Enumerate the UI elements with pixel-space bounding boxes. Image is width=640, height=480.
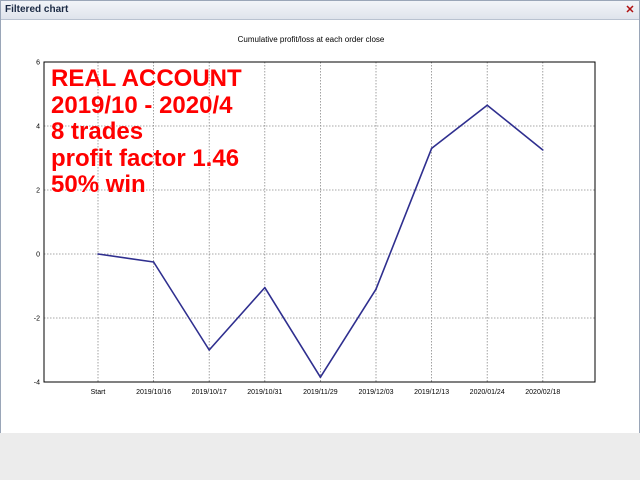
series-point <box>542 149 544 151</box>
y-tick-label: 0 <box>36 252 40 259</box>
window-titlebar[interactable]: Filtered chart ✕ <box>1 1 639 20</box>
close-icon[interactable]: ✕ <box>624 4 636 16</box>
series-point <box>375 288 377 291</box>
x-tick-label: Start <box>91 389 106 396</box>
x-tick-label: 2020/02/18 <box>525 389 560 396</box>
series-point <box>430 147 433 150</box>
annotation-line: 2019/10 - 2020/4 <box>51 91 233 119</box>
annotation-line: 50% win <box>51 171 146 198</box>
y-tick-label: 4 <box>36 124 40 131</box>
x-tick-label: 2019/12/03 <box>358 389 393 396</box>
x-tick-label: 2019/10/31 <box>247 389 282 396</box>
y-tick-label: -4 <box>34 380 40 387</box>
y-tick-label: 6 <box>36 60 40 67</box>
chart-area: Cumulative profit/loss at each order clo… <box>1 20 639 432</box>
chart-annotation: REAL ACCOUNT 2019/10 - 2020/4 8 trades p… <box>51 65 242 199</box>
x-tick-label: 2019/10/17 <box>192 389 227 396</box>
chart-title: Cumulative profit/loss at each order clo… <box>238 35 385 44</box>
x-axis-ticks: Start 2019/10/16 2019/10/17 2019/10/31 2019/… <box>91 389 561 396</box>
series-point <box>152 261 155 263</box>
annotation-line: 8 trades <box>51 118 144 145</box>
series-point <box>264 286 266 289</box>
x-tick-label: 2020/01/24 <box>470 389 505 396</box>
chart-window: Filtered chart ✕ Cumulative profit/loss … <box>0 0 640 434</box>
x-tick-label: 2019/10/16 <box>136 389 171 396</box>
series-point <box>319 376 322 379</box>
series-point <box>97 253 99 255</box>
y-tick-label: -2 <box>34 316 40 323</box>
series-point <box>208 349 210 351</box>
annotation-line: REAL ACCOUNT <box>51 65 242 92</box>
x-tick-label: 2019/12/13 <box>414 389 449 396</box>
series-point <box>486 104 489 106</box>
x-tick-label: 2019/11/29 <box>303 389 338 396</box>
empty-panel <box>0 433 640 480</box>
y-axis-ticks: 6 4 2 0 -2 -4 <box>34 60 40 387</box>
annotation-line: profit factor 1.46 <box>51 144 240 172</box>
window-title: Filtered chart <box>5 4 69 15</box>
y-tick-label: 2 <box>36 188 40 195</box>
